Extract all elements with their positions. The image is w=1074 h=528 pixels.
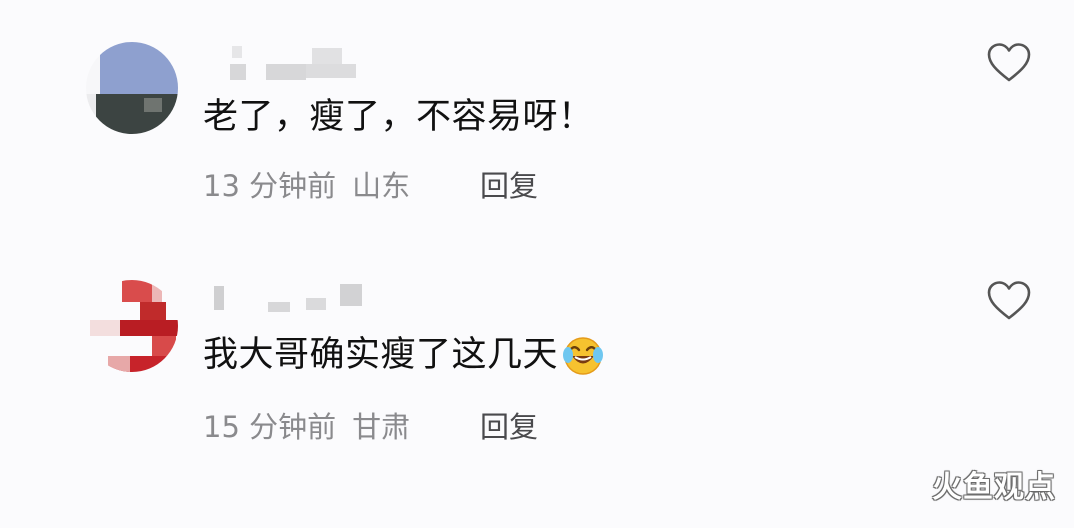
reply-button[interactable]: 回复	[480, 409, 538, 445]
watermark-text: 火鱼观点	[932, 470, 1056, 505]
comment-text-body: 我大哥确实瘦了这几天	[203, 335, 559, 375]
comment-item: 我大哥确实瘦了这几天 15 分钟前 甘肃 回复	[0, 0, 1074, 444]
like-heart-icon[interactable]	[986, 280, 1032, 322]
laughing-crying-emoji-icon	[562, 335, 604, 377]
username-blurred[interactable]	[202, 280, 422, 314]
comment-time: 15 分钟前	[203, 410, 337, 444]
comment-location: 甘肃	[352, 410, 411, 444]
comment-text: 我大哥确实瘦了这几天	[203, 334, 604, 377]
avatar[interactable]	[86, 280, 178, 372]
comment-meta: 15 分钟前 甘肃	[203, 409, 410, 445]
